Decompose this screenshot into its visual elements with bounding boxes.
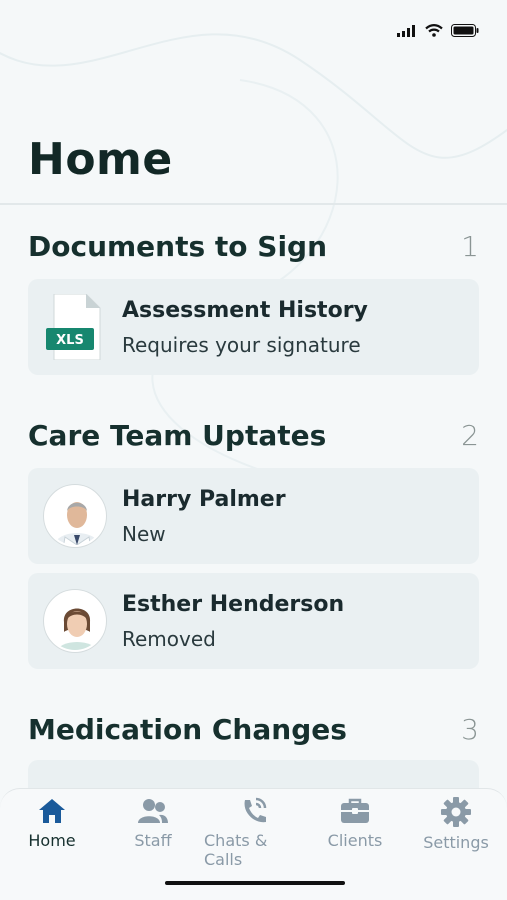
signal-icon — [397, 24, 415, 37]
section-count: 3 — [461, 713, 479, 746]
nav-label: Chats & Calls — [204, 831, 268, 869]
header-divider — [0, 203, 507, 205]
nav-home[interactable]: Home — [2, 797, 102, 850]
home-indicator — [165, 881, 345, 885]
section-title: Care Team Uptates — [28, 419, 327, 452]
document-card[interactable]: XLS Assessment History Requires your sig… — [28, 279, 479, 375]
page-title: Home — [28, 134, 173, 185]
briefcase-icon — [341, 798, 369, 823]
member-name: Esther Henderson — [122, 591, 345, 617]
section-care-team-updates: Care Team Uptates 2 — [28, 419, 479, 452]
section-title: Medication Changes — [28, 713, 347, 746]
nav-settings[interactable]: Settings — [406, 797, 506, 852]
care-team-card[interactable]: Harry Palmer New — [28, 468, 479, 564]
home-icon — [39, 799, 65, 823]
status-bar — [0, 0, 507, 60]
nav-label: Clients — [327, 831, 383, 850]
care-team-card[interactable]: Esther Henderson Removed — [28, 573, 479, 669]
avatar — [44, 590, 106, 652]
section-count: 1 — [461, 230, 479, 263]
nav-chats-calls[interactable]: Chats & Calls — [204, 797, 304, 869]
member-status: New — [122, 521, 166, 546]
battery-icon — [451, 24, 479, 37]
section-medication-changes: Medication Changes 3 — [28, 713, 479, 746]
nav-label: Settings — [423, 833, 489, 852]
member-status: Removed — [122, 626, 216, 651]
avatar — [44, 485, 106, 547]
wifi-icon — [425, 24, 443, 37]
xls-file-icon: XLS — [46, 293, 104, 361]
nav-staff[interactable]: Staff — [103, 797, 203, 850]
member-name: Harry Palmer — [122, 486, 286, 512]
section-documents-to-sign: Documents to Sign 1 — [28, 230, 479, 263]
phone-chat-icon — [244, 797, 267, 823]
gear-icon — [441, 797, 471, 827]
document-status: Requires your signature — [122, 332, 361, 357]
nav-label: Home — [28, 831, 76, 850]
document-title: Assessment History — [122, 297, 368, 323]
nav-label: Staff — [134, 831, 172, 850]
file-type-label: XLS — [56, 333, 84, 348]
section-count: 2 — [461, 419, 479, 452]
nav-clients[interactable]: Clients — [305, 797, 405, 850]
people-icon — [138, 799, 168, 823]
section-title: Documents to Sign — [28, 230, 328, 263]
